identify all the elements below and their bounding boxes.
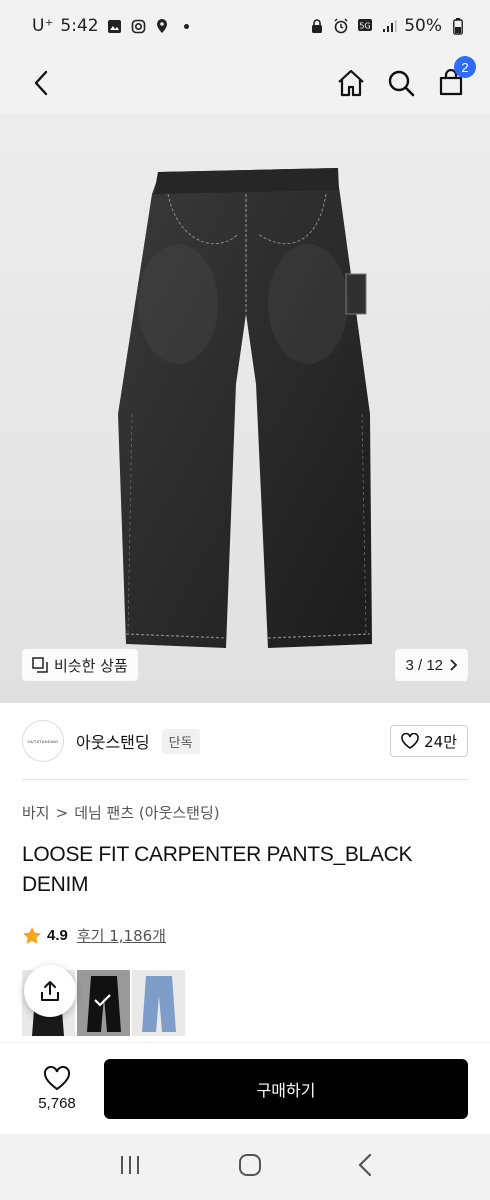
- search-icon: [388, 70, 415, 97]
- brand-info[interactable]: OUTSTANDING 아웃스탠딩 단독: [22, 720, 200, 762]
- similar-icon: [32, 657, 48, 673]
- search-button[interactable]: [386, 68, 416, 98]
- brand-name[interactable]: 아웃스탠딩: [76, 729, 150, 753]
- gallery-notification-icon: [106, 18, 123, 35]
- battery-icon: [449, 17, 466, 35]
- rating-row: 4.9 후기 1,186개: [22, 925, 166, 946]
- signal-icon: [380, 18, 397, 35]
- home-button[interactable]: [336, 68, 366, 98]
- bottom-action-bar: 5,768 구매하기: [0, 1042, 490, 1134]
- status-right: 5G 50%: [308, 16, 466, 36]
- pants-thumbnail: [142, 976, 176, 1032]
- pants-image: [118, 168, 372, 648]
- exclusive-tag: 단독: [161, 728, 200, 754]
- breadcrumb-subcategory[interactable]: 데님 팬츠 (아웃스탠딩): [74, 802, 219, 823]
- product-title: LOOSE FIT CARPENTER PANTS_BLACK DENIM: [22, 843, 413, 896]
- heart-icon: [401, 733, 419, 749]
- lock-icon: [308, 18, 325, 35]
- brand-like-count: 24만: [424, 732, 457, 751]
- image-pager[interactable]: 3 / 12: [395, 649, 468, 681]
- share-icon: [41, 981, 59, 1001]
- swatch-option-3[interactable]: [132, 970, 185, 1036]
- back-icon: [34, 70, 48, 96]
- home-nav-icon: [239, 1154, 261, 1176]
- wishlist-button[interactable]: 5,768: [22, 1065, 92, 1112]
- pants-thumbnail: [87, 976, 121, 1032]
- app-header: 2: [0, 52, 490, 114]
- similar-products-button[interactable]: 비슷한 상품: [22, 649, 138, 681]
- heart-icon: [43, 1065, 71, 1090]
- wishlist-count: 5,768: [38, 1094, 76, 1112]
- back-nav-button[interactable]: [358, 1153, 372, 1181]
- back-button[interactable]: [26, 68, 56, 98]
- home-icon: [338, 69, 364, 97]
- image-pager-label: 3 / 12: [405, 656, 443, 674]
- product-image-gallery[interactable]: 비슷한 상품 3 / 12: [0, 114, 490, 703]
- breadcrumb-category[interactable]: 바지: [22, 802, 50, 823]
- swatch-option-2-selected[interactable]: [77, 970, 130, 1036]
- recent-apps-icon: [121, 1156, 139, 1174]
- recent-apps-button[interactable]: [118, 1154, 142, 1180]
- brand-row: OUTSTANDING 아웃스탠딩 단독 24만: [22, 717, 468, 765]
- divider: [22, 779, 468, 780]
- more-notifications-dot: [183, 23, 189, 29]
- battery-percent: 50%: [404, 16, 442, 36]
- back-nav-icon: [358, 1153, 372, 1177]
- breadcrumb: 바지 > 데님 팬츠 (아웃스탠딩): [22, 802, 220, 823]
- similar-products-label: 비슷한 상품: [54, 656, 128, 675]
- brand-like-button[interactable]: 24만: [390, 725, 468, 757]
- star-icon: [23, 927, 41, 944]
- cart-button[interactable]: 2: [436, 56, 476, 98]
- header-actions: 2: [336, 56, 476, 98]
- rating-score: 4.9: [47, 927, 68, 944]
- alarm-icon: [332, 18, 349, 35]
- breadcrumb-separator: >: [55, 803, 69, 822]
- chevron-right-icon: [450, 659, 458, 671]
- review-count-link[interactable]: 후기 1,186개: [77, 925, 166, 946]
- home-nav-button[interactable]: [238, 1153, 262, 1181]
- instagram-notification-icon: [130, 18, 147, 35]
- location-notification-icon: [154, 18, 171, 35]
- buy-button[interactable]: 구매하기: [104, 1058, 468, 1119]
- cart-count-badge: 2: [454, 56, 476, 78]
- carrier-label: U⁺: [32, 16, 54, 36]
- 5g-icon: 5G: [356, 18, 373, 35]
- status-bar: U⁺ 5:42 5G 50%: [0, 0, 490, 52]
- brand-logo[interactable]: OUTSTANDING: [22, 720, 64, 762]
- status-left: U⁺ 5:42: [32, 16, 189, 36]
- svg-text:5G: 5G: [359, 22, 370, 31]
- clock: 5:42: [60, 16, 99, 36]
- brand-logo-text: OUTSTANDING: [27, 738, 59, 744]
- share-button[interactable]: [24, 965, 76, 1017]
- system-nav-bar: [0, 1134, 490, 1200]
